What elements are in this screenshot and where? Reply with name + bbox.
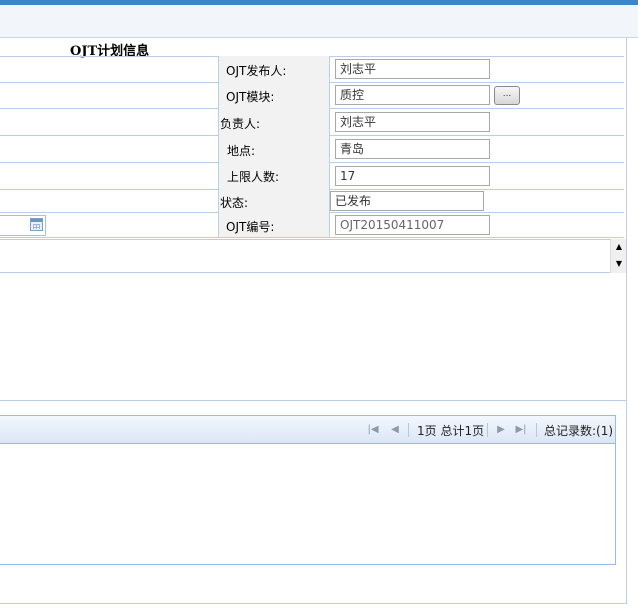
capacity-label: 上限人数: xyxy=(227,170,280,184)
status-label: 状态: xyxy=(220,196,249,210)
calendar-icon[interactable] xyxy=(30,218,43,231)
pager-separator xyxy=(536,423,537,437)
scroll-down-icon[interactable]: ▼ xyxy=(611,256,627,272)
location-label: 地点: xyxy=(227,144,256,158)
page-info: 1页 总计1页 xyxy=(417,424,485,438)
publisher-field[interactable]: 刘志平 xyxy=(335,59,490,79)
last-page-icon[interactable]: ▶| xyxy=(514,423,528,437)
content-panel xyxy=(0,273,626,401)
pager-separator xyxy=(408,423,409,437)
bottom-divider xyxy=(0,603,626,604)
textarea-scrollbar[interactable]: ▲ ▼ xyxy=(610,239,626,273)
scroll-up-icon[interactable]: ▲ xyxy=(611,239,627,255)
capacity-field[interactable]: 17 xyxy=(335,166,490,186)
owner-field[interactable]: 刘志平 xyxy=(335,112,490,132)
toolbar xyxy=(0,5,638,38)
module-label: OJT模块: xyxy=(226,90,275,104)
pager-bar: |◀ ◀ 1页 总计1页 ▶ ▶| 总记录数:(1) xyxy=(0,416,615,444)
data-grid: |◀ ◀ 1页 总计1页 ▶ ▶| 总记录数:(1) xyxy=(0,415,616,565)
ojt-number-field[interactable]: OJT20150411007 xyxy=(335,215,490,235)
module-picker-button[interactable]: ... xyxy=(494,86,520,105)
row-divider xyxy=(0,237,624,238)
first-page-icon[interactable]: |◀ xyxy=(366,423,380,437)
status-field[interactable]: 已发布 xyxy=(330,191,484,211)
location-field[interactable]: 青岛 xyxy=(335,139,490,159)
column-divider xyxy=(218,56,219,237)
right-border xyxy=(626,38,627,604)
next-page-icon[interactable]: ▶ xyxy=(494,423,508,437)
record-count: 总记录数:(1) xyxy=(544,424,614,438)
ojt-number-label: OJT编号: xyxy=(226,220,275,234)
prev-page-icon[interactable]: ◀ xyxy=(388,423,402,437)
owner-label: 负责人: xyxy=(220,117,261,131)
pager-separator xyxy=(487,423,488,437)
publisher-label: OJT发布人: xyxy=(226,64,287,78)
module-field[interactable]: 质控 xyxy=(335,85,490,105)
description-textarea[interactable] xyxy=(0,239,626,273)
